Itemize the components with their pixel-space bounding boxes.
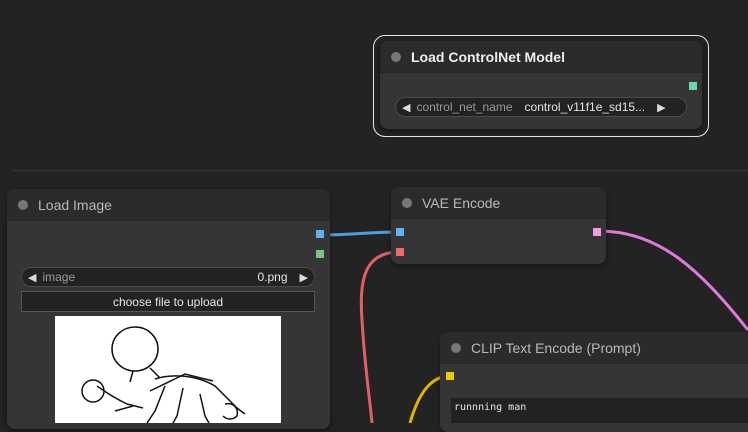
node-title: CLIP Text Encode (Prompt)	[471, 339, 641, 356]
canvas-group-edge	[12, 170, 748, 171]
collapse-dot-icon[interactable]	[451, 342, 461, 353]
image-output-port[interactable]	[316, 230, 324, 238]
node-title: VAE Encode	[422, 194, 501, 211]
choose-file-button[interactable]: choose file to upload	[21, 291, 315, 312]
widget-value: control_v11f1e_sd15...	[524, 100, 646, 114]
node-title: Load ControlNet Model	[411, 48, 565, 65]
widget-label: image	[42, 270, 76, 284]
clip-input-port[interactable]	[446, 372, 454, 380]
vae-input-wire	[359, 250, 401, 423]
collapse-dot-icon[interactable]	[391, 51, 401, 62]
pixels-input-port[interactable]	[396, 228, 404, 236]
collapse-dot-icon[interactable]	[402, 197, 412, 208]
collapse-dot-icon[interactable]	[18, 199, 28, 210]
node-title-bar[interactable]: Load Image	[7, 189, 330, 221]
image-preview	[55, 316, 281, 423]
controlnet-output-port[interactable]	[689, 82, 697, 90]
vae-input-port[interactable]	[396, 248, 404, 256]
mask-output-port[interactable]	[316, 250, 324, 258]
node-title-bar[interactable]: CLIP Text Encode (Prompt)	[440, 332, 748, 364]
latent-output-port[interactable]	[593, 228, 601, 236]
prev-arrow-icon[interactable]: ◀	[396, 101, 416, 114]
node-title-bar[interactable]: Load ControlNet Model	[380, 41, 702, 73]
latent-output-wire	[597, 229, 748, 331]
vae-encode-node[interactable]: VAE Encode	[391, 187, 606, 264]
next-arrow-icon[interactable]: ▶	[651, 101, 671, 114]
widget-value: 0.png	[257, 270, 288, 284]
image-to-vae-wire	[319, 230, 401, 237]
prev-arrow-icon[interactable]: ◀	[22, 271, 42, 284]
load-controlnet-node[interactable]: Load ControlNet Model ◀ control_net_name…	[380, 41, 702, 129]
image-combo[interactable]: ◀ image 0.png ▶	[21, 267, 315, 287]
control-net-name-combo[interactable]: ◀ control_net_name control_v11f1e_sd15..…	[395, 97, 687, 117]
next-arrow-icon[interactable]: ▶	[294, 271, 314, 284]
widget-label: control_net_name	[416, 100, 513, 114]
sketch-image	[81, 326, 246, 423]
node-title-bar[interactable]: VAE Encode	[391, 187, 606, 219]
node-title: Load Image	[38, 196, 112, 213]
prompt-textarea[interactable]: runnning man	[451, 398, 748, 423]
